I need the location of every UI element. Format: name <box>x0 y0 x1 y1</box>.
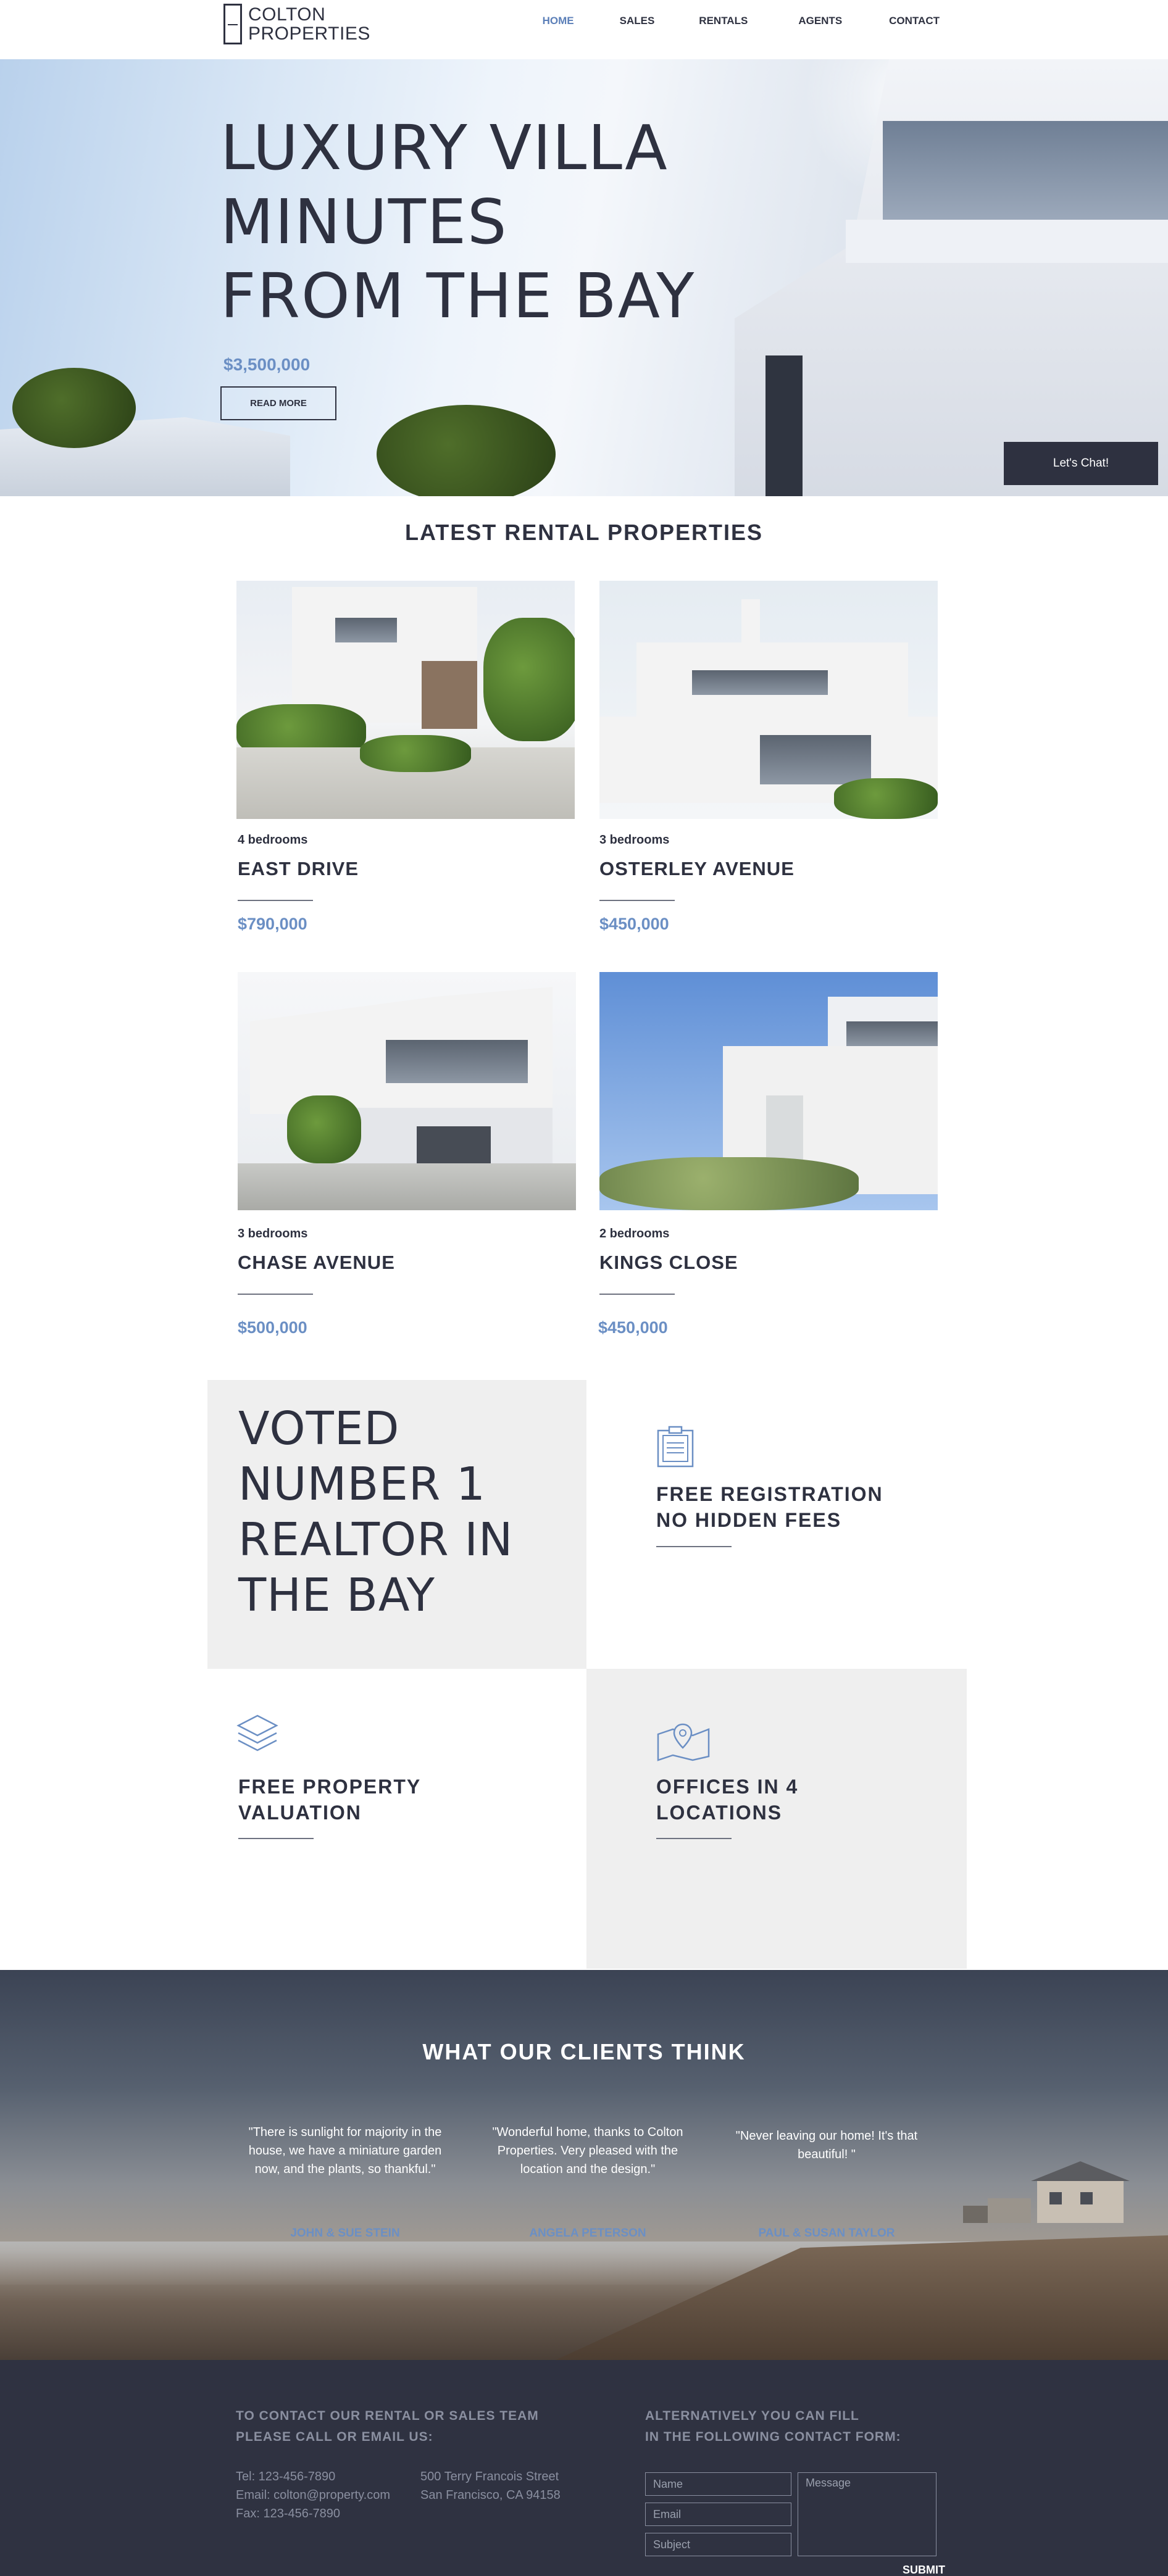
property-price: $450,000 <box>598 1318 668 1337</box>
hero-title-line: LUXURY VILLA <box>220 112 669 184</box>
nav-agents[interactable]: AGENTS <box>798 15 842 27</box>
read-more-button[interactable]: READ MORE <box>220 386 336 420</box>
property-photo[interactable] <box>236 581 575 819</box>
hero-title-line: MINUTES <box>220 186 508 258</box>
nav-sales[interactable]: SALES <box>620 15 655 27</box>
contact-details: Tel: 123-456-7890 Email: colton@property… <box>236 2467 390 2523</box>
lets-chat-button[interactable]: Let's Chat! <box>1004 442 1158 485</box>
contact-heading: TO CONTACT OUR RENTAL OR SALES TEAM PLEA… <box>236 2406 539 2448</box>
voted-line: REALTOR IN <box>238 1513 514 1566</box>
feature-line: FREE REGISTRATION <box>656 1483 883 1505</box>
divider <box>238 1294 313 1295</box>
site-header: COLTON PROPERTIES HOME SALES RENTALS AGE… <box>0 0 1168 59</box>
property-photo[interactable] <box>238 972 576 1210</box>
logo-line-1: COLTON <box>248 4 326 25</box>
property-card[interactable] <box>599 972 938 1210</box>
property-photo[interactable] <box>599 972 938 1210</box>
feature-line: LOCATIONS <box>656 1801 783 1824</box>
feature-line: FREE PROPERTY <box>238 1776 422 1798</box>
form-heading-line: IN THE FOLLOWING CONTACT FORM: <box>645 2430 901 2444</box>
contact-tel[interactable]: Tel: 123-456-7890 <box>236 2467 390 2486</box>
layers-icon <box>236 1714 278 1751</box>
testimonial-quote: "Wonderful home, thanks to Colton Proper… <box>492 2125 683 2176</box>
property-price: $500,000 <box>238 1318 307 1337</box>
feature-title: FREE PROPERTY VALUATION <box>238 1774 421 1826</box>
contact-heading-line: TO CONTACT OUR RENTAL OR SALES TEAM <box>236 2409 539 2423</box>
form-heading: ALTERNATIVELY YOU CAN FILL IN THE FOLLOW… <box>645 2406 901 2448</box>
testimonials-title: WHAT OUR CLIENTS THINK <box>422 2039 746 2064</box>
contact-heading-line: PLEASE CALL OR EMAIL US: <box>236 2430 433 2444</box>
clipboard-icon <box>657 1426 694 1468</box>
contact-fax: Fax: 123-456-7890 <box>236 2507 341 2520</box>
hero-building-slab <box>846 220 1168 263</box>
contact-address: 500 Terry Francois Street San Francisco,… <box>420 2467 561 2504</box>
testimonial-author: ANGELA PETERSON <box>529 2227 646 2240</box>
divider <box>599 1294 675 1295</box>
address-line: 500 Terry Francois Street <box>420 2470 559 2483</box>
testimonial-quote: "There is sunlight for majority in the h… <box>248 2125 442 2176</box>
property-bedrooms: 3 bedrooms <box>238 1227 308 1240</box>
property-bedrooms: 4 bedrooms <box>238 833 308 847</box>
contact-email[interactable]: Email: colton@property.com <box>236 2486 390 2504</box>
hero-building-door <box>765 355 803 496</box>
beach-houses-illustration <box>963 2161 1130 2223</box>
nav-rentals[interactable]: RENTALS <box>699 15 748 27</box>
property-photo[interactable] <box>599 581 938 819</box>
nav-home[interactable]: HOME <box>543 15 574 27</box>
message-field[interactable] <box>798 2472 936 2556</box>
property-name[interactable]: CHASE AVENUE <box>238 1252 395 1274</box>
feature-title: FREE REGISTRATION NO HIDDEN FEES <box>656 1481 883 1533</box>
voted-heading: VOTED NUMBER 1 REALTOR IN THE BAY <box>238 1401 513 1623</box>
rentals-title: LATEST RENTAL PROPERTIES <box>404 520 764 545</box>
logo-text: COLTON PROPERTIES <box>248 5 370 43</box>
feature-line: VALUATION <box>238 1801 362 1824</box>
feature-line: OFFICES IN 4 <box>656 1776 799 1798</box>
logo-door-icon <box>223 4 242 44</box>
property-card[interactable] <box>599 581 938 819</box>
divider <box>238 900 313 901</box>
testimonial-quote: "Never leaving our home! It's that beaut… <box>735 2129 918 2161</box>
voted-line: NUMBER 1 <box>238 1458 486 1511</box>
property-bedrooms: 3 bedrooms <box>599 833 670 847</box>
name-field[interactable] <box>645 2472 791 2496</box>
property-card[interactable] <box>238 972 576 1210</box>
site-logo[interactable]: COLTON PROPERTIES <box>223 2 370 46</box>
property-price: $790,000 <box>238 915 307 933</box>
site-footer <box>0 2360 1168 2576</box>
logo-line-2: PROPERTIES <box>248 23 370 44</box>
feature-line: NO HIDDEN FEES <box>656 1509 842 1531</box>
map-pin-icon <box>657 1723 710 1761</box>
hero-title-line: FROM THE BAY <box>220 260 696 332</box>
property-name[interactable]: EAST DRIVE <box>238 858 359 880</box>
form-heading-line: ALTERNATIVELY YOU CAN FILL <box>645 2409 859 2423</box>
testimonial-author: PAUL & SUSAN TAYLOR <box>758 2227 895 2240</box>
divider <box>656 1546 732 1547</box>
divider <box>238 1838 314 1839</box>
hero-price: $3,500,000 <box>223 355 311 374</box>
feature-title: OFFICES IN 4 LOCATIONS <box>656 1774 798 1826</box>
divider <box>656 1838 732 1839</box>
testimonial-author: JOHN & SUE STEIN <box>290 2227 400 2240</box>
property-name[interactable]: OSTERLEY AVENUE <box>599 858 795 880</box>
property-bedrooms: 2 bedrooms <box>599 1227 670 1240</box>
property-card[interactable] <box>236 581 575 819</box>
voted-line: VOTED <box>238 1402 400 1455</box>
submit-button[interactable]: SUBMIT <box>903 2564 945 2576</box>
address-line: San Francisco, CA 94158 <box>420 2488 561 2502</box>
main-nav: HOME SALES RENTALS AGENTS CONTACT <box>543 15 940 27</box>
voted-line: THE BAY <box>238 1569 435 1622</box>
hero-title: LUXURY VILLA MINUTES FROM THE BAY <box>220 111 695 333</box>
email-field[interactable] <box>645 2503 791 2526</box>
subject-field[interactable] <box>645 2533 791 2556</box>
property-price: $450,000 <box>599 915 669 933</box>
nav-contact[interactable]: CONTACT <box>889 15 940 27</box>
divider <box>599 900 675 901</box>
hero-tree <box>377 405 556 496</box>
property-name[interactable]: KINGS CLOSE <box>599 1252 738 1274</box>
hero-tree <box>12 368 136 448</box>
